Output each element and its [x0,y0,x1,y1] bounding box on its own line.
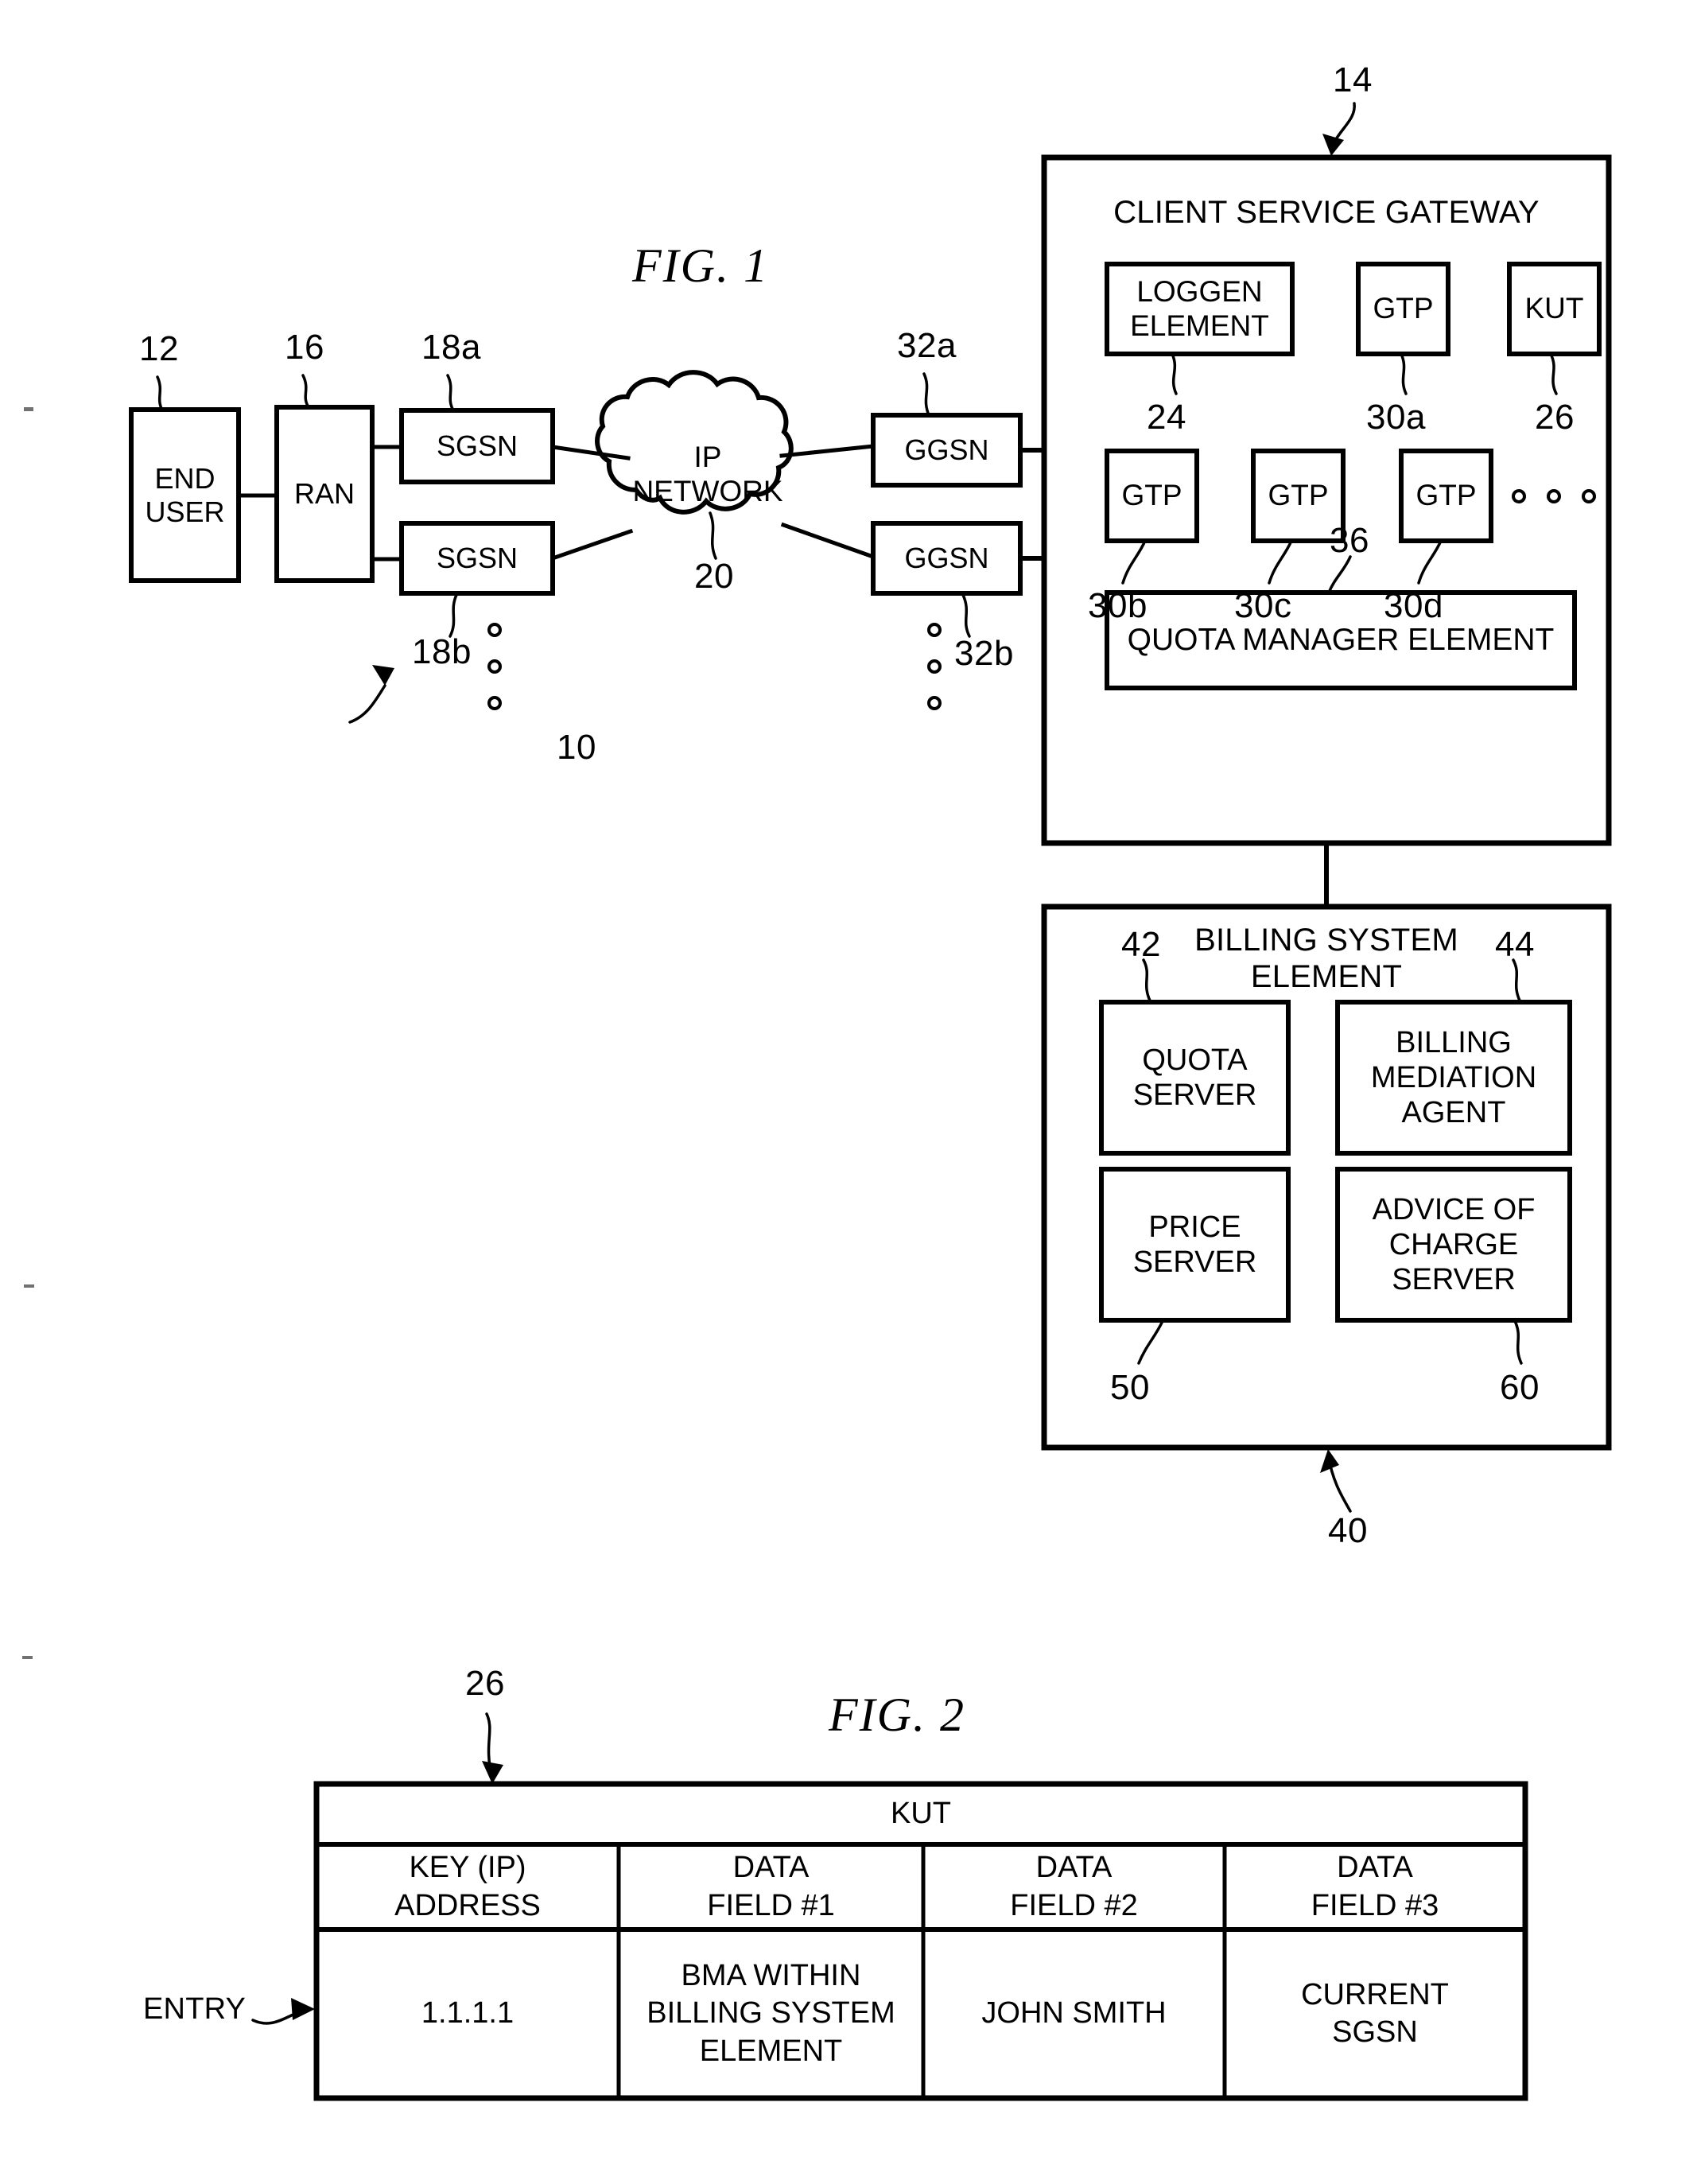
kut-label: KUT [1524,292,1584,325]
scan-artifact-top [24,407,33,411]
ran-label: RAN [293,477,355,511]
sgsn-a-label: SGSN [436,429,518,463]
kut-header-key-ip-address: KEY (IP) ADDRESS [394,1851,541,1922]
leader-26-csg [1549,352,1558,395]
ellipsis-dot-32b-2 [927,659,942,674]
gtp-30b-label: GTP [1121,479,1182,512]
ref-36: 36 [1330,521,1369,560]
ellipsis-dot-18b-1 [487,623,502,637]
loggen-element-label: LOGGEN ELEMENT [1130,274,1269,342]
ref-18b: 18b [412,632,472,671]
ggsn-a-label: GGSN [904,433,989,467]
leader-24 [1171,352,1178,395]
scan-artifact-bottom [22,1656,33,1659]
arrowhead-14 [1322,134,1344,156]
leader-32a [922,372,930,417]
fig2-title: FIG. 2 [829,1689,965,1741]
ref-32b: 32b [954,634,1014,673]
kut-table-caption: KUT [891,1797,951,1831]
leader-30b [1121,539,1147,585]
arrowhead-entry [291,1998,315,2020]
ref-26-csg: 26 [1535,398,1575,437]
ellipsis-dot-18b-3 [487,696,502,710]
ref-30c: 30c [1234,586,1292,625]
conn-sgsnb-cloud [549,528,634,562]
ref-42: 42 [1121,925,1161,964]
ref-40: 40 [1328,1511,1368,1550]
ref-24: 24 [1147,398,1186,437]
ref-26-fig2: 26 [465,1664,505,1703]
sgsn-b-label: SGSN [436,542,518,575]
leader-60 [1513,1319,1523,1365]
leader-30c [1268,539,1293,585]
leader-50 [1137,1319,1164,1365]
arrowhead-10 [372,665,394,686]
leader-30a [1400,352,1408,395]
quota-server-label: QUOTA SERVER [1132,1043,1257,1112]
ref-16: 16 [285,328,324,367]
leader-18a [446,374,455,412]
ref-30b: 30b [1088,586,1148,625]
conn-cloud-ggsna [779,444,876,458]
scan-artifact-mid [24,1284,34,1288]
ref-10-system: 10 [557,728,596,767]
billing-mediation-agent-label: BILLING MEDIATION AGENT [1370,1025,1537,1130]
leader-32b [961,593,971,638]
ellipsis-dot-gtp-1 [1512,489,1526,503]
end-user-label: END USER [145,461,225,528]
ellipsis-dot-18b-2 [487,659,502,674]
client-service-gateway-title: CLIENT SERVICE GATEWAY [1113,195,1540,230]
advice-of-charge-server-label: ADVICE OF CHARGE SERVER [1372,1192,1536,1297]
ref-30a: 30a [1366,398,1426,437]
leader-18b [449,593,458,638]
kut-cell-data-field-2: JOHN SMITH [981,1996,1167,2030]
ellipsis-dot-32b-3 [927,696,942,710]
kut-header-data-field-1: DATA FIELD #1 [707,1851,835,1922]
patent-drawing-sheet: FIG. 1 FIG. 2 END USER RAN SGSN SGSN IP … [0,0,1697,2184]
leader-10 [348,684,386,724]
ref-30d: 30d [1384,586,1443,625]
ref-18a: 18a [421,328,481,367]
quota-manager-element-label: QUOTA MANAGER ELEMENT [1127,623,1555,658]
ellipsis-dot-gtp-2 [1547,489,1561,503]
conn-cloud-ggsnb [780,522,876,560]
gtp-30d-label: GTP [1415,479,1477,512]
ellipsis-dot-gtp-3 [1582,489,1596,503]
ref-50: 50 [1110,1368,1150,1407]
ref-44: 44 [1495,925,1535,964]
entry-label: ENTRY [143,1992,247,2026]
ref-14: 14 [1333,60,1373,99]
kut-cell-key-ip-address: 1.1.1.1 [421,1996,515,2030]
kut-header-data-field-3: DATA FIELD #3 [1311,1851,1439,1922]
arrowhead-26-fig2 [482,1761,503,1784]
leader-16 [301,374,310,409]
gtp-30a-label: GTP [1373,292,1434,325]
ggsn-b-label: GGSN [904,542,989,575]
leader-36 [1327,555,1352,594]
kut-cell-data-field-3: CURRENT SGSN [1301,1977,1449,2049]
kut-cell-data-field-1: BMA WITHIN BILLING SYSTEM ELEMENT [647,1959,895,2068]
conn-sgsna-cloud [550,445,631,461]
kut-header-data-field-2: DATA FIELD #2 [1010,1851,1138,1922]
ref-20: 20 [694,557,734,596]
ip-network-label: IP NETWORK [632,441,783,507]
leader-30d [1417,539,1443,585]
ellipsis-dot-32b-1 [927,623,942,637]
ref-32a: 32a [897,326,957,365]
arrowhead-40 [1320,1449,1339,1473]
ref-60: 60 [1500,1368,1540,1407]
ref-12: 12 [139,329,179,368]
fig1-title: FIG. 1 [632,239,769,292]
price-server-label: PRICE SERVER [1132,1210,1257,1279]
leader-12 [156,375,164,412]
